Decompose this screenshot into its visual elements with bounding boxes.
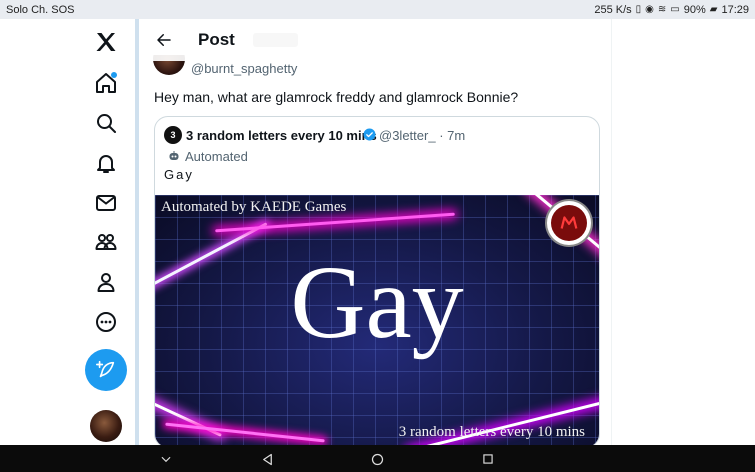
status-bar: Solo Ch. SOS 255 K/s ▯ ◉ ≋ ▭ 90% ▰ 17:29 — [0, 0, 755, 19]
header-blur — [253, 33, 298, 47]
charging-icon: ▰ — [709, 3, 718, 15]
chevron-down-icon — [161, 456, 171, 463]
home-notification-dot — [111, 72, 117, 78]
media-top-caption: Automated by KAEDE Games — [161, 199, 347, 215]
quote-avatar[interactable]: 3 — [164, 126, 182, 144]
system-navigation-bar — [0, 445, 755, 472]
carrier-label: Solo Ch. SOS — [6, 3, 75, 16]
messages-icon[interactable] — [86, 183, 126, 223]
kaede-logo-icon — [547, 201, 591, 245]
notifications-icon[interactable] — [86, 143, 126, 183]
page-title: Post — [198, 30, 235, 49]
post-header: Post — [140, 19, 611, 61]
media-bottom-caption: 3 random letters every 10 mins — [398, 424, 585, 440]
quote-meta: @3letter_ · 7m — [379, 128, 465, 143]
post-text: Hey man, what are glamrock freddy and gl… — [154, 89, 519, 105]
automated-label: Automated — [185, 149, 248, 164]
triangle-back-icon — [262, 453, 272, 465]
battery-icon: ▭ — [670, 3, 680, 15]
quote-author-name[interactable]: 3 random letters every 10 mins — [186, 128, 377, 143]
more-icon[interactable] — [86, 302, 126, 342]
sidebar-nav — [80, 19, 135, 445]
home-icon[interactable] — [86, 63, 126, 103]
quote-text: Gay — [164, 167, 194, 182]
quote-handle[interactable]: @3letter_ — [379, 128, 436, 143]
wifi-icon: ≋ — [657, 3, 667, 15]
eye-icon: ◉ — [645, 3, 654, 15]
battery-percent: 90% — [683, 3, 706, 16]
profile-icon[interactable] — [86, 262, 126, 302]
feather-plus-icon — [96, 360, 115, 378]
quote-time[interactable]: · 7m — [439, 128, 465, 143]
quote-avatar-text: 3 — [170, 129, 176, 140]
communities-icon[interactable] — [86, 222, 126, 262]
system-back-button[interactable] — [257, 449, 277, 469]
quote-media-image[interactable]: Automated by KAEDE Games Gay 3 random le… — [155, 195, 599, 447]
vibrate-icon: ▯ — [635, 3, 642, 15]
author-handle[interactable]: @burnt_spaghetty — [191, 61, 297, 76]
system-recents-button[interactable] — [478, 449, 498, 469]
verified-badge-icon — [363, 128, 376, 141]
hide-keyboard-button[interactable] — [156, 449, 176, 469]
square-recents-icon — [483, 454, 493, 464]
system-home-button[interactable] — [367, 449, 387, 469]
quoted-post[interactable]: 3 3 random letters every 10 mins @3lette… — [154, 116, 600, 448]
compose-post-button[interactable] — [85, 349, 127, 391]
column-divider — [611, 19, 612, 445]
explore-icon[interactable] — [86, 103, 126, 143]
back-button[interactable] — [152, 28, 176, 52]
back-arrow-icon — [157, 34, 171, 46]
network-speed: 255 K/s — [594, 3, 632, 16]
account-avatar[interactable] — [90, 410, 122, 442]
clock: 17:29 — [721, 3, 749, 16]
x-logo-icon[interactable] — [86, 22, 126, 62]
circle-home-icon — [371, 453, 383, 465]
media-big-word: Gay — [290, 245, 464, 360]
bot-icon — [169, 151, 179, 160]
scrollbar-track[interactable] — [135, 19, 139, 445]
